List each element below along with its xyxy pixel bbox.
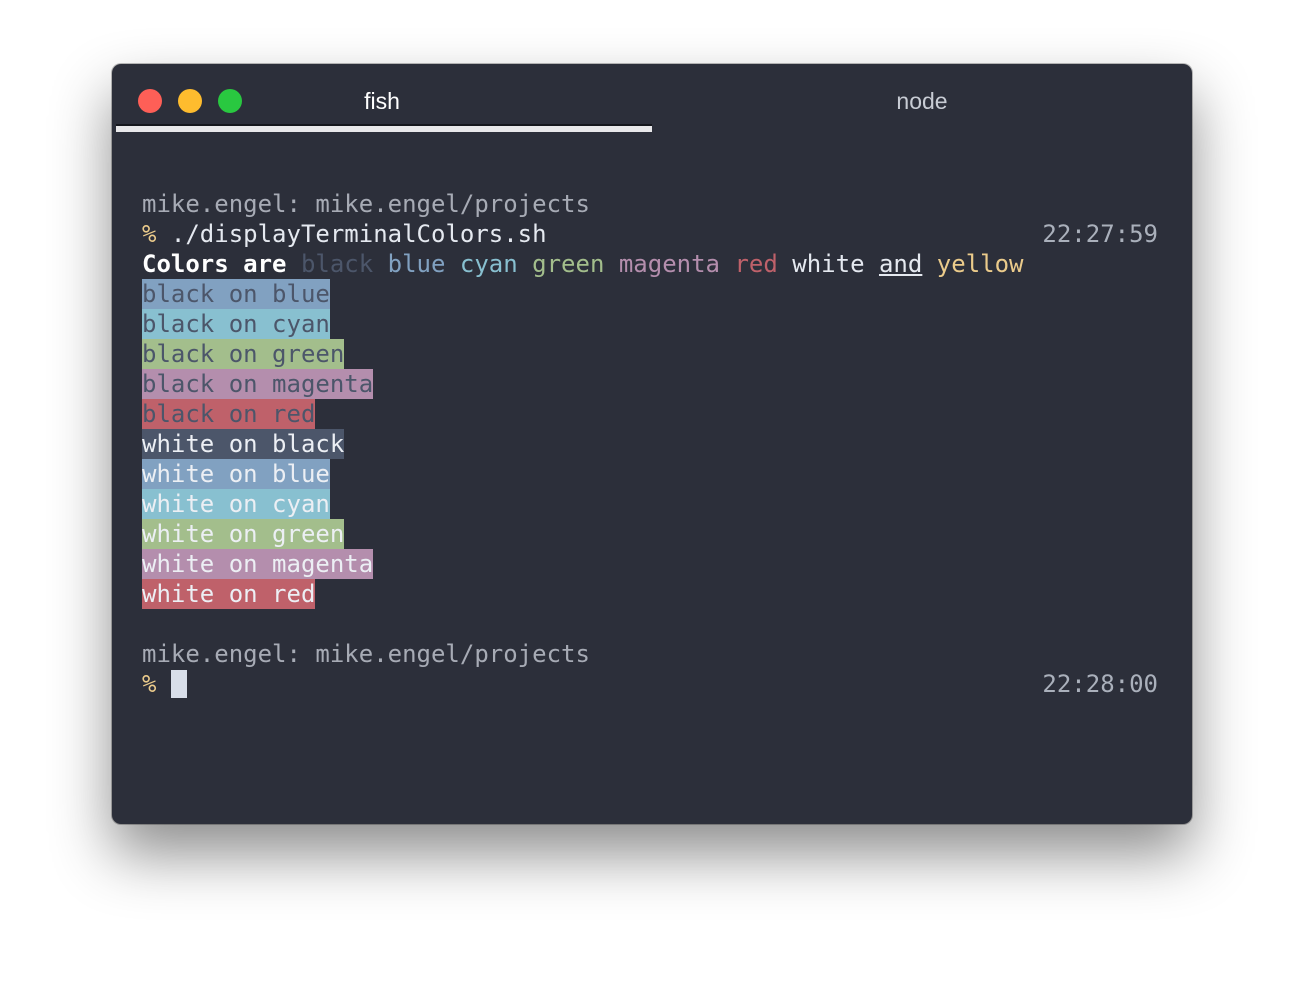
swatch-white-on-cyan: white on cyan: [142, 489, 330, 519]
colors-lead: Colors are: [142, 250, 287, 278]
swatch-line: white on magenta: [142, 549, 1152, 579]
prompt-symbol: %: [142, 670, 157, 698]
text-cursor: [170, 670, 187, 698]
prompt-path: mike.engel: mike.engel/projects: [142, 190, 590, 218]
swatch-line: black on red: [142, 399, 1152, 429]
swatch-white-on-black: white on black: [142, 429, 345, 459]
swatch-line: black on cyan: [142, 309, 1152, 339]
swatch-line: black on blue: [142, 279, 1152, 309]
active-tab-indicator: [116, 124, 652, 132]
swatch-white-on-magenta: white on magenta: [142, 549, 374, 579]
swatch-black-on-green: black on green: [142, 339, 345, 369]
command-text: ./displayTerminalColors.sh: [156, 220, 547, 248]
command-line: % ./displayTerminalColors.sh 22:27:59: [142, 219, 1158, 249]
color-word-black: black: [300, 250, 374, 278]
swatch-line: white on cyan: [142, 489, 1152, 519]
color-word-blue: blue: [387, 250, 446, 278]
prompt-path: mike.engel: mike.engel/projects: [142, 640, 590, 668]
swatch-line: white on black: [142, 429, 1152, 459]
swatch-black-on-magenta: black on magenta: [142, 369, 374, 399]
prompt-symbol: %: [142, 220, 157, 248]
color-word-and: and: [878, 250, 923, 278]
swatch-line: white on blue: [142, 459, 1152, 489]
command-timestamp: 22:27:59: [1042, 220, 1158, 248]
swatch-black-on-red: black on red: [142, 399, 316, 429]
terminal-window: fish node mike.engel: mike.engel/project…: [112, 64, 1192, 824]
tab-fish[interactable]: fish: [112, 84, 652, 118]
terminal-output[interactable]: mike.engel: mike.engel/projects % ./disp…: [142, 189, 1158, 699]
color-word-green: green: [532, 250, 605, 278]
color-word-red: red: [734, 250, 778, 278]
colors-line: Colors are black blue cyan green magenta…: [142, 249, 1152, 279]
swatch-line: white on red: [142, 579, 1152, 609]
prompt-timestamp: 22:28:00: [1042, 670, 1158, 698]
swatch-line: black on magenta: [142, 369, 1152, 399]
swatch-white-on-green: white on green: [142, 519, 345, 549]
tab-node[interactable]: node: [652, 84, 1192, 118]
title-bar: fish node: [112, 64, 1192, 134]
swatch-line: black on green: [142, 339, 1152, 369]
color-word-white: white: [792, 250, 865, 278]
swatch-black-on-cyan: black on cyan: [142, 309, 330, 339]
color-word-cyan: cyan: [459, 250, 518, 278]
color-word-magenta: magenta: [618, 250, 721, 278]
swatch-white-on-red: white on red: [142, 579, 316, 609]
swatch-white-on-blue: white on blue: [142, 459, 330, 489]
color-word-yellow: yellow: [936, 250, 1024, 278]
swatch-line: white on green: [142, 519, 1152, 549]
input-line[interactable]: % 22:28:00: [142, 669, 1158, 699]
swatch-black-on-blue: black on blue: [142, 279, 330, 309]
